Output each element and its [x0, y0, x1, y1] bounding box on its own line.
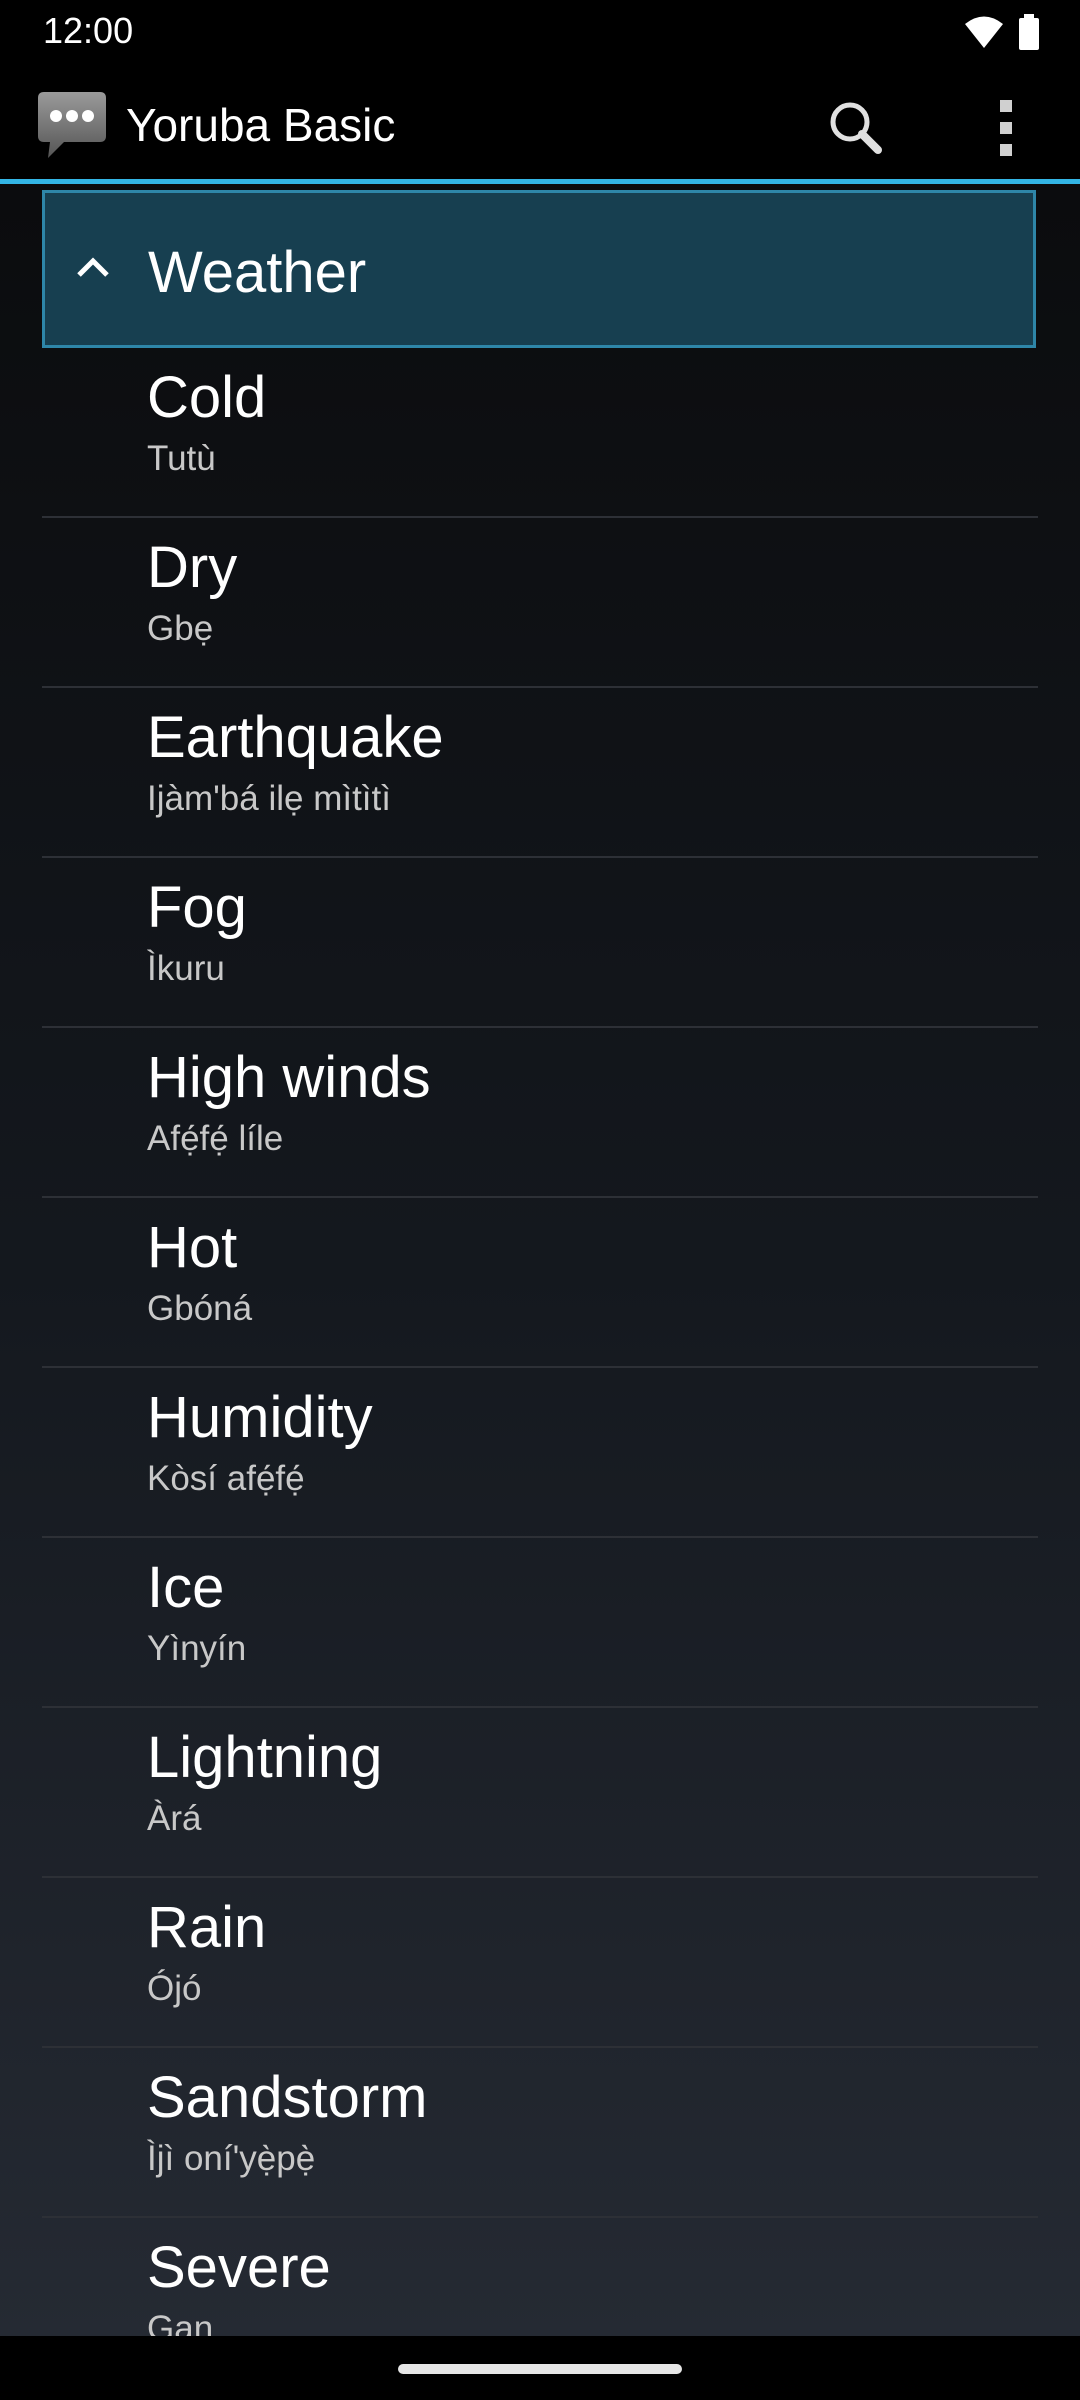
list-item[interactable]: Severe Gan — [42, 2218, 1038, 2336]
item-english: Fog — [147, 875, 247, 940]
status-time: 12:00 — [43, 10, 134, 51]
item-english: Dry — [147, 535, 238, 600]
item-yoruba: Tutù — [147, 439, 216, 478]
item-english: Ice — [147, 1555, 225, 1620]
navigation-bar — [0, 2336, 1080, 2400]
phrase-list: Cold Tutù Dry Gbẹ Earthquake Ijàm'bá ilẹ… — [0, 348, 1080, 2336]
item-yoruba: Yìnyín — [147, 1629, 247, 1668]
chevron-up-icon — [77, 257, 109, 277]
item-yoruba: Kòsí afẹ́fẹ́ — [147, 1459, 305, 1498]
search-button[interactable] — [820, 92, 892, 164]
status-bar: 12:00 — [0, 0, 1080, 62]
list-item[interactable]: Rain Ójó — [42, 1878, 1038, 2048]
item-yoruba: Ójó — [147, 1969, 202, 2008]
item-yoruba: Ijàm'bá ilẹ mìtìtì — [147, 779, 391, 818]
group-title: Weather — [148, 240, 367, 305]
home-gesture-handle[interactable] — [398, 2364, 682, 2374]
list-item[interactable]: Ice Yìnyín — [42, 1538, 1038, 1708]
item-english: Lightning — [147, 1725, 383, 1790]
item-yoruba: Afẹ́fẹ́ líle — [147, 1119, 284, 1158]
overflow-menu-button[interactable] — [970, 92, 1042, 164]
speech-bubble-icon — [38, 92, 106, 158]
list-item[interactable]: Cold Tutù — [42, 348, 1038, 518]
list-item[interactable]: Humidity Kòsí afẹ́fẹ́ — [42, 1368, 1038, 1538]
list-item[interactable]: Dry Gbẹ — [42, 518, 1038, 688]
item-yoruba: Ìjì oní'yẹ̀pẹ̀ — [147, 2139, 316, 2178]
battery-icon — [1019, 14, 1039, 50]
list-item[interactable]: Lightning Àrá — [42, 1708, 1038, 1878]
group-header-weather[interactable]: Weather — [42, 190, 1036, 348]
item-english: Hot — [147, 1215, 238, 1280]
list-item[interactable]: Fog Ìkuru — [42, 858, 1038, 1028]
item-english: Sandstorm — [147, 2065, 428, 2130]
expandable-list[interactable]: Weather Cold Tutù Dry Gbẹ Earthquake Ijà… — [0, 184, 1080, 2336]
item-english: Humidity — [147, 1385, 373, 1450]
item-english: Severe — [147, 2235, 331, 2300]
list-item[interactable]: Hot Gbóná — [42, 1198, 1038, 1368]
list-item[interactable]: Sandstorm Ìjì oní'yẹ̀pẹ̀ — [42, 2048, 1038, 2218]
item-yoruba: Ìkuru — [147, 949, 225, 988]
list-item[interactable]: High winds Afẹ́fẹ́ líle — [42, 1028, 1038, 1198]
item-yoruba: Àrá — [147, 1799, 202, 1838]
item-yoruba: Gbóná — [147, 1289, 253, 1328]
app-title: Yoruba Basic — [126, 99, 396, 151]
item-yoruba: Gan — [147, 2309, 214, 2336]
list-item[interactable]: Earthquake Ijàm'bá ilẹ mìtìtì — [42, 688, 1038, 858]
item-english: Rain — [147, 1895, 267, 1960]
item-yoruba: Gbẹ — [147, 609, 214, 648]
action-bar: Yoruba Basic — [0, 62, 1080, 184]
more-vert-icon — [1000, 100, 1012, 156]
status-icons — [964, 12, 1040, 52]
item-english: Cold — [147, 365, 267, 430]
item-english: Earthquake — [147, 705, 444, 770]
wifi-icon — [965, 16, 1003, 48]
search-icon — [830, 102, 882, 154]
item-english: High winds — [147, 1045, 431, 1110]
